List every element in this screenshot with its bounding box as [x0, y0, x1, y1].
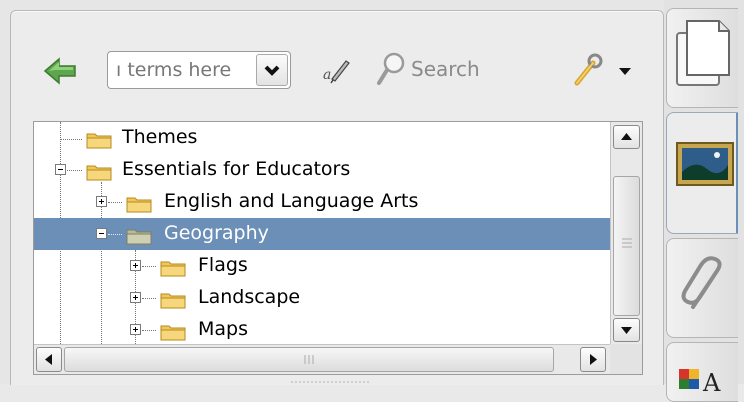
collapse-toggle[interactable] — [96, 228, 107, 239]
tree-item-maps[interactable]: Maps — [34, 314, 610, 344]
scroll-up-button[interactable] — [613, 125, 640, 149]
wrench-icon — [574, 53, 603, 86]
tree-item-essentials-for-educators[interactable]: Essentials for Educators — [34, 154, 610, 186]
tab-attachments[interactable] — [666, 238, 738, 338]
tree-item-geography[interactable]: Geography — [34, 218, 610, 250]
spell-check-icon: a — [323, 60, 350, 84]
tab-gallery[interactable] — [666, 112, 738, 234]
tree-connector — [142, 298, 156, 299]
tree-item-landscape[interactable]: Landscape — [34, 282, 610, 314]
folder-icon — [126, 229, 152, 245]
scroll-right-button[interactable] — [580, 347, 606, 372]
tree-item-label: Maps — [198, 318, 248, 340]
paperclip-icon — [681, 256, 722, 309]
scroll-left-button[interactable] — [36, 347, 62, 372]
svg-text:a: a — [323, 67, 331, 83]
grip-icon — [304, 355, 314, 364]
splitter-grip[interactable] — [291, 379, 371, 385]
arrow-left-icon — [45, 354, 52, 365]
tree-connector — [142, 266, 156, 267]
vertical-scroll-thumb[interactable] — [613, 176, 640, 316]
tree-item-label: Essentials for Educators — [122, 158, 351, 180]
folder-icon — [86, 165, 112, 181]
grip-icon — [622, 238, 632, 248]
chevron-down-icon — [619, 68, 631, 75]
folder-icon — [160, 325, 186, 341]
folder-icon — [86, 133, 112, 149]
tree-item-label: Flags — [198, 254, 248, 276]
chevron-down-icon — [264, 65, 280, 76]
blank-page-icon — [676, 20, 730, 86]
search-options-button[interactable] — [567, 49, 647, 89]
folder-icon — [160, 261, 186, 277]
vertical-scrollbar[interactable] — [610, 122, 642, 344]
tree-item-label: English and Language Arts — [164, 190, 419, 212]
tree-item-flags[interactable]: Flags — [34, 250, 610, 282]
landscape-picture-icon — [676, 142, 734, 186]
arrow-right-icon — [590, 354, 597, 365]
tab-page-sorter[interactable] — [666, 8, 738, 108]
horizontal-scroll-thumb[interactable] — [64, 347, 554, 372]
folder-icon — [160, 293, 186, 309]
expand-toggle[interactable] — [130, 324, 141, 335]
tree-item-label: Geography — [164, 222, 269, 244]
expand-toggle[interactable] — [130, 292, 141, 303]
search-combo[interactable] — [107, 51, 291, 89]
scroll-down-button[interactable] — [613, 318, 640, 342]
tree-connector — [108, 234, 122, 235]
scroll-corner — [610, 344, 642, 374]
spell-check-button[interactable]: a — [319, 53, 353, 87]
tree-item-english-and-language-arts[interactable]: English and Language Arts — [34, 186, 610, 218]
expand-toggle[interactable] — [130, 260, 141, 271]
gallery-window: a Search — [0, 0, 744, 402]
tab-properties[interactable]: A — [666, 342, 738, 402]
svg-text:A: A — [702, 369, 721, 397]
combo-dropdown-button[interactable] — [256, 54, 288, 86]
tree-list: Themes Essentials for Educators English … — [34, 122, 610, 344]
back-button[interactable] — [41, 51, 81, 91]
gallery-panel: a Search — [10, 10, 664, 385]
tree-connector — [142, 330, 156, 331]
search-input[interactable] — [116, 59, 246, 81]
tree-item-label: Landscape — [198, 286, 301, 308]
arrow-down-icon — [621, 327, 632, 334]
properties-icon: A — [679, 369, 721, 397]
search-button[interactable]: Search — [373, 49, 523, 89]
horizontal-scrollbar[interactable] — [34, 344, 610, 374]
arrow-up-icon — [621, 133, 632, 140]
collapse-toggle[interactable] — [55, 164, 66, 175]
folder-icon — [126, 197, 152, 213]
side-tab-bar: A — [664, 0, 744, 402]
tree-connector — [108, 202, 122, 203]
tree-connector — [67, 170, 82, 171]
magnifier-icon — [377, 52, 405, 85]
back-arrow-icon — [43, 57, 76, 85]
tree-item-themes[interactable]: Themes — [34, 122, 610, 154]
gallery-tree[interactable]: Themes Essentials for Educators English … — [33, 121, 643, 375]
search-label: Search — [411, 57, 480, 81]
tree-item-label: Themes — [122, 126, 198, 148]
expand-toggle[interactable] — [96, 196, 107, 207]
